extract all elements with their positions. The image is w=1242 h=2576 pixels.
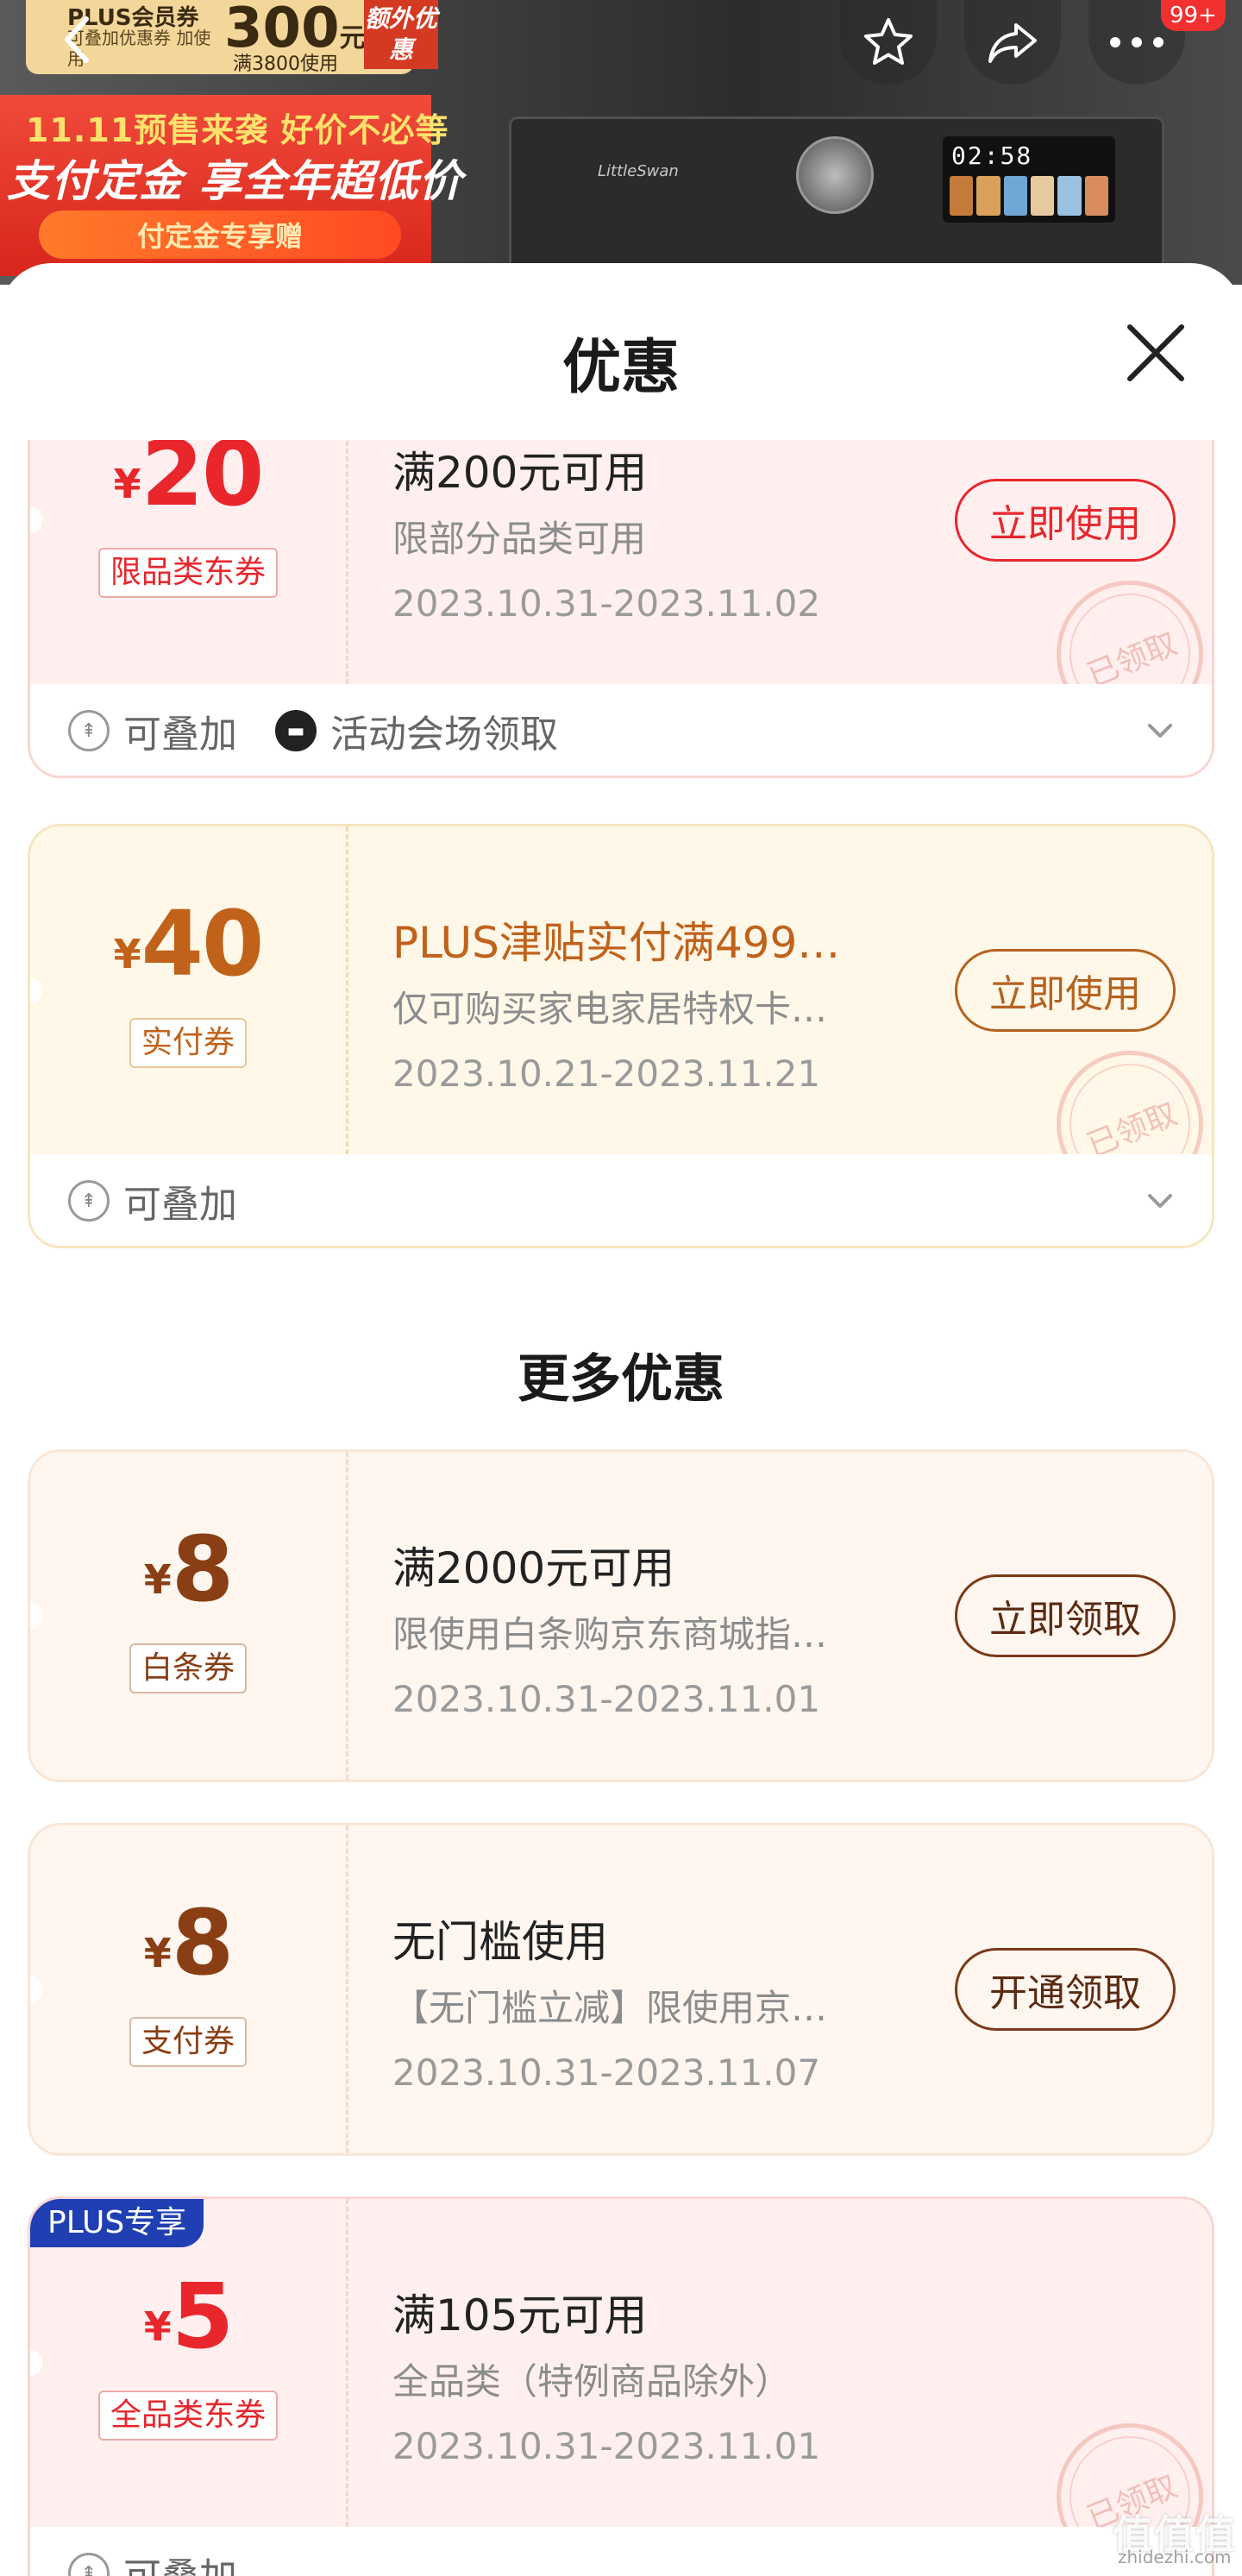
favorite-button[interactable] [840,0,937,85]
coupon-title: 满200元可用 [392,448,648,498]
close-icon [1127,324,1184,381]
coupon-sheet: 优惠 ¥20 限品类东券 满200元可用 限部分品类可用 2023.10.31-… [0,263,1242,2576]
washer-brand: LittleSwan [598,162,679,180]
product-image-washer: LittleSwan 02:58 [509,116,1164,285]
coupon-card: ¥8 支付券 无门槛使用 【无门槛立减】限使用京… 2023.10.31-202… [28,1823,1214,2156]
coupon-desc: 全品类（特例商品除外） [392,2360,792,2403]
coupon-card: ¥20 限品类东券 满200元可用 限部分品类可用 2023.10.31-202… [28,440,1214,778]
coupon-body: ¥8 白条券 满2000元可用 限使用白条购京东商城指… 2023.10.31-… [30,1452,1212,1780]
coupon-type-tag: 限品类东券 [97,548,279,598]
coupon-type-tag: 全品类东券 [97,2391,279,2441]
ticket-icon: ▬ [275,710,317,751]
star-icon [864,18,913,65]
plus-card-extra: 额外优惠 [364,0,438,69]
plus-card-condition: 满3800使用 [233,53,338,75]
use-now-button[interactable]: 立即使用 [955,479,1176,562]
promo-slogan: 支付定金 享全年超低价 [7,156,463,206]
product-banner: LittleSwan 02:58 11.11预售来袭 好价不必等 支付定金 享全… [0,0,1242,285]
washer-knob [796,136,874,214]
activate-claim-button[interactable]: 开通领取 [955,1948,1176,2031]
notification-badge: 99+ [1161,0,1226,31]
watermark-url: zhidezhi.com [1118,2547,1232,2567]
washer-tiles [950,176,1108,216]
chevron-down-icon[interactable] [1143,713,1177,748]
coupon-date: 2023.10.31-2023.11.02 [392,582,821,625]
more-icon [1110,37,1164,47]
coupon-type-tag: 实付券 [129,1018,248,1068]
chevron-down-icon[interactable] [1143,1184,1177,1218]
close-button[interactable] [1121,318,1190,387]
coupon-date: 2023.10.31-2023.11.07 [392,2051,821,2094]
washer-screen: 02:58 [943,136,1115,223]
share-button[interactable] [964,0,1061,85]
coupon-body: ¥20 限品类东券 满200元可用 限部分品类可用 2023.10.31-202… [30,440,1212,750]
stackable-label: ⇞可叠加 [68,703,237,758]
back-button[interactable] [34,0,121,79]
coupon-date: 2023.10.21-2023.11.21 [392,1052,821,1095]
coupon-desc: 限部分品类可用 [392,518,647,560]
coupon-card: ¥8 白条券 满2000元可用 限使用白条购京东商城指… 2023.10.31-… [28,1449,1214,1782]
coupon-type-tag: 白条券 [129,1643,248,1693]
coupon-footer[interactable]: ⇞可叠加 [30,2527,1212,2576]
coupon-title: 满2000元可用 [392,1543,675,1593]
sheet-title: 优惠 [561,334,680,402]
coupon-type-tag: 支付券 [129,2017,248,2067]
coupon-desc: 仅可购买家电家居特权卡… [392,988,828,1030]
coupon-title: 无门槛使用 [392,1917,608,1967]
promo-headline: 11.11预售来袭 好价不必等 [26,111,449,149]
use-now-button[interactable]: 立即使用 [955,949,1176,1032]
washer-time: 02:58 [951,141,1033,170]
coupon-date: 2023.10.31-2023.11.01 [392,1678,821,1720]
coupon-desc: 限使用白条购京东商城指… [392,1613,828,1656]
coupon-desc: 【无门槛立减】限使用京… [392,1987,828,2029]
venue-label: ▬ 活动会场领取 [275,703,558,758]
coupon-footer[interactable]: ⇞可叠加 [30,1154,1212,1246]
coupon-card: ¥40 实付券 PLUS津贴实付满499… 仅可购买家电家居特权卡… 2023.… [28,824,1214,1248]
stackable-label: ⇞可叠加 [68,2546,237,2576]
pay-deposit-button[interactable]: 付定金专享赠 [39,210,401,259]
stack-icon: ⇞ [68,1180,110,1222]
coupon-list[interactable]: ¥20 限品类东券 满200元可用 限部分品类可用 2023.10.31-202… [0,440,1242,2576]
coupon-title: 满105元可用 [392,2290,648,2340]
share-icon [988,23,1037,63]
coupon-body: PLUS专享 ¥5 全品类东券 满105元可用 全品类（特例商品除外） 2023… [30,2199,1212,2576]
coupon-card: PLUS专享 ¥5 全品类东券 满105元可用 全品类（特例商品除外） 2023… [28,2196,1214,2576]
stack-icon: ⇞ [68,2553,110,2576]
more-offers-title: 更多优惠 [518,1349,724,1410]
stackable-label: ⇞可叠加 [68,1173,237,1228]
chevron-left-icon [65,16,89,63]
coupon-body: ¥8 支付券 无门槛使用 【无门槛立减】限使用京… 2023.10.31-202… [30,1825,1212,2153]
claim-now-button[interactable]: 立即领取 [955,1574,1176,1657]
coupon-footer[interactable]: ⇞ 可叠加 ▬ 活动会场领取 [30,684,1212,776]
coupon-title: PLUS津贴实付满499… [392,918,841,968]
coupon-date: 2023.10.31-2023.11.01 [392,2425,821,2467]
stack-icon: ⇞ [68,710,110,751]
coupon-body: ¥40 实付券 PLUS津贴实付满499… 仅可购买家电家居特权卡… 2023.… [30,826,1212,1220]
